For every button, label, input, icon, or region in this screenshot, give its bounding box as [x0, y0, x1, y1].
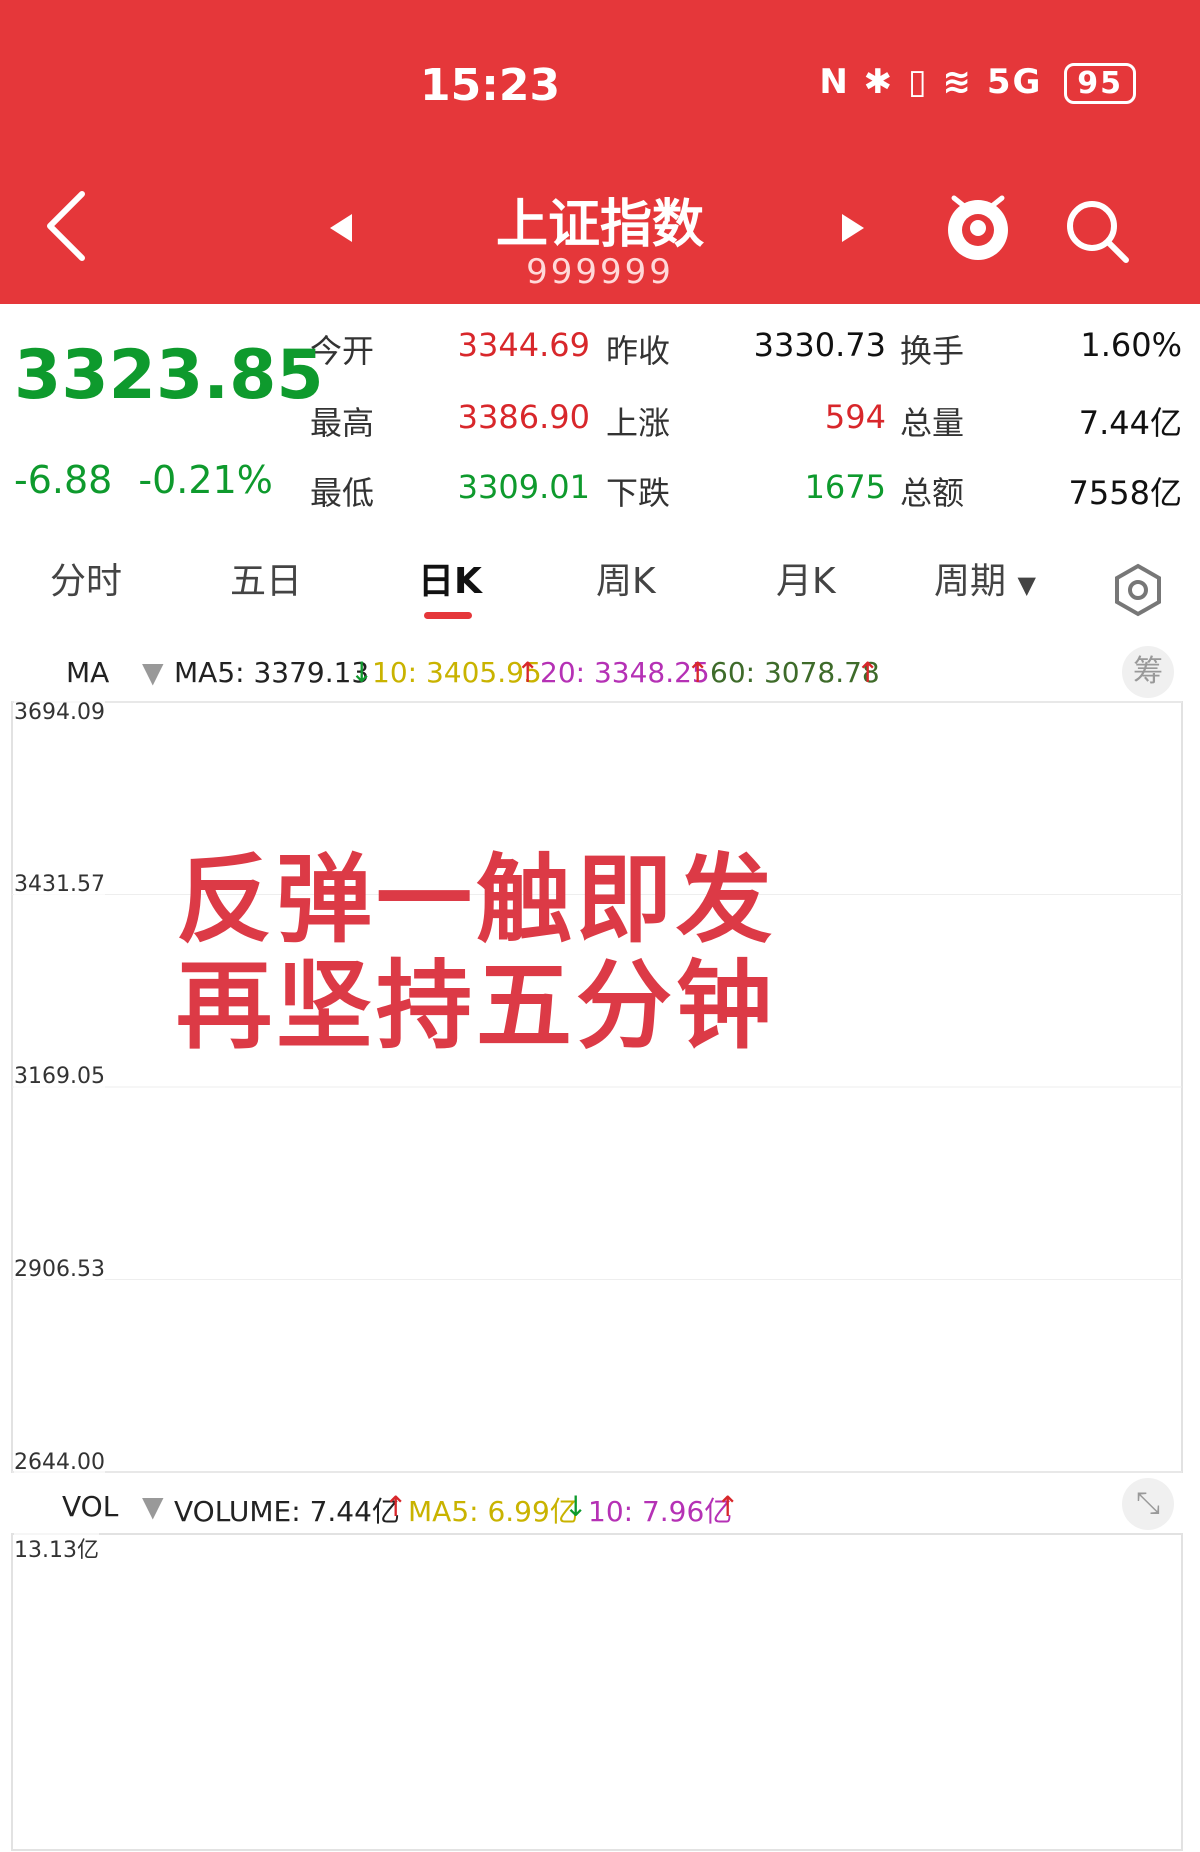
ma60-up-arrow-icon: ↑: [856, 656, 880, 689]
period-tabs: 分时 五日 日K 周K 月K 周期 ▼: [0, 552, 1200, 622]
ma-indicator-row: MA ▼ MA5: 3379.13 ↓ 10: 3405.95 ↑ 20: 33…: [0, 656, 1200, 700]
back-arrow-icon[interactable]: [38, 186, 96, 266]
tab-monthly-k[interactable]: 月K: [776, 552, 836, 604]
ma5-down-arrow-icon: ↓: [350, 656, 374, 689]
stat-value: 594: [824, 398, 886, 436]
ma-dropdown-icon[interactable]: ▼: [142, 656, 164, 689]
tab-period-label: 周期: [934, 561, 1007, 602]
stat-value: 3386.90: [457, 398, 590, 436]
price-tick-0: 3694.09: [14, 700, 105, 725]
app-header: 15:23 N ✱ ▯ ≋ 5G 95 上证指数 999999: [0, 0, 1200, 304]
stat-value: 1.60%: [1080, 326, 1182, 364]
stat-value: 7558亿: [1068, 474, 1182, 512]
candlestick-chart: [11, 701, 1183, 1473]
overlay-headline-2: 再坚持五分钟: [176, 950, 776, 1062]
vol-label: VOL: [62, 1490, 119, 1523]
tab-daily-k[interactable]: 日K: [418, 552, 482, 604]
tab-five-day[interactable]: 五日: [230, 552, 302, 604]
chip-distribution-button[interactable]: 筹: [1122, 646, 1174, 698]
volume-chart-frame: [11, 1533, 1183, 1851]
change-value: -6.88: [14, 458, 113, 502]
stat-label: 下跌: [606, 474, 671, 512]
prev-index-arrow-icon[interactable]: [330, 214, 352, 242]
vol-ma5-value: MA5: 6.99亿: [408, 1495, 578, 1528]
stat-value: 7.44亿: [1078, 404, 1182, 442]
vol-dropdown-icon[interactable]: ▼: [142, 1490, 164, 1523]
expand-chart-button[interactable]: ⤡: [1122, 1478, 1174, 1530]
price-change: -6.88 -0.21%: [14, 458, 287, 502]
ma10-up-arrow-icon: ↑: [516, 656, 540, 689]
battery-icon: 95: [1064, 63, 1136, 104]
stat-value: 3344.69: [457, 326, 590, 364]
status-time: 15:23: [420, 60, 561, 111]
volume-chart: [11, 1533, 1183, 1851]
tab-period-dropdown[interactable]: 周期 ▼: [934, 552, 1036, 604]
stat-label: 总额: [900, 474, 965, 512]
stat-label: 换手: [900, 332, 965, 370]
volume-indicator-row: VOL ▼ VOLUME: 7.44亿 ↑ MA5: 6.99亿 ↓ 10: 7…: [0, 1490, 1200, 1534]
page-title: 上证指数: [495, 195, 704, 255]
stat-value: 1675: [804, 468, 886, 506]
change-percent: -0.21%: [138, 458, 273, 502]
stat-label: 最低: [310, 474, 375, 512]
volume-up-arrow-icon: ↑: [384, 1490, 408, 1523]
vol-ma10-value: 10: 7.96亿: [588, 1495, 733, 1528]
volume-max-label: 13.13亿: [14, 1532, 99, 1564]
stat-label: 最高: [310, 404, 375, 442]
stat-value: 3309.01: [457, 468, 590, 506]
tab-weekly-k[interactable]: 周K: [596, 552, 656, 604]
index-code: 999999: [526, 252, 674, 292]
active-tab-indicator: [424, 612, 472, 619]
search-icon[interactable]: [1062, 196, 1132, 266]
ma20-value: 20: 3348.25: [540, 656, 710, 689]
settings-icon[interactable]: [1110, 562, 1166, 618]
price-tick-1: 3431.57: [14, 872, 105, 897]
vol-ma10-up-arrow-icon: ↑: [716, 1490, 740, 1523]
status-indicator-icons: N ✱ ▯ ≋ 5G: [819, 62, 1043, 102]
price-tick-3: 2906.53: [14, 1257, 105, 1282]
ma20-up-arrow-icon: ↑: [686, 656, 710, 689]
ma-label: MA: [66, 656, 110, 689]
stat-label: 上涨: [606, 404, 671, 442]
price-tick-2: 3169.05: [14, 1064, 105, 1089]
chevron-down-icon: ▼: [1017, 571, 1036, 599]
ma5-value: MA5: 3379.13: [174, 656, 370, 689]
price-tick-4: 2644.00: [14, 1450, 105, 1475]
ma60-value: 60: 3078.78: [710, 656, 880, 689]
vol-ma5-down-arrow-icon: ↓: [564, 1490, 588, 1523]
stat-label: 今开: [310, 332, 375, 370]
stat-label: 总量: [900, 404, 965, 442]
current-price: 3323.85: [14, 336, 324, 415]
tab-intraday[interactable]: 分时: [50, 552, 122, 604]
status-icons: N ✱ ▯ ≋ 5G 95: [819, 62, 1136, 104]
next-index-arrow-icon[interactable]: [842, 214, 864, 242]
stat-value: 3330.73: [753, 326, 886, 364]
mascot-icon[interactable]: [944, 190, 1012, 266]
stat-label: 昨收: [606, 332, 671, 370]
volume-value: VOLUME: 7.44亿: [174, 1495, 400, 1528]
